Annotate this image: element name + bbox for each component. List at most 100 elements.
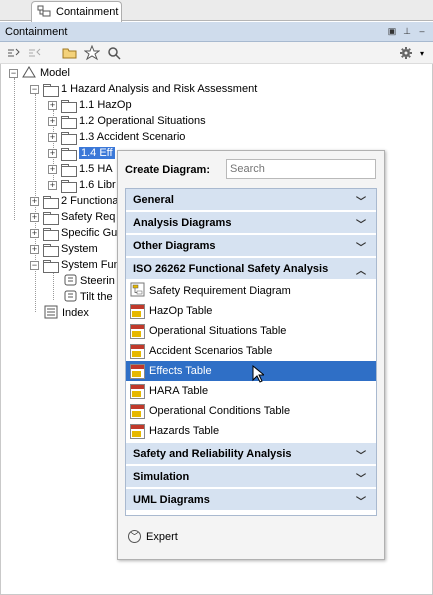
open-folder-icon[interactable]	[62, 45, 78, 61]
category-iso-26262[interactable]: ISO 26262 Functional Safety Analysis ︿	[126, 258, 376, 280]
table-icon	[130, 323, 145, 339]
category-uml[interactable]: UML Diagrams ﹀	[126, 489, 376, 511]
item-label: Operational Conditions Table	[149, 405, 291, 417]
tab-bar: Containment	[0, 0, 433, 22]
double-chevron-down-icon: ﹀	[356, 197, 366, 208]
item-hazards-table[interactable]: Hazards Table	[126, 421, 376, 441]
category-safety-reliability[interactable]: Safety and Reliability Analysis ﹀	[126, 443, 376, 465]
category-simulation[interactable]: Simulation ﹀	[126, 466, 376, 488]
collapse-toggle-icon[interactable]: −	[30, 84, 39, 94]
item-label: Effects Table	[149, 365, 212, 377]
category-label: Safety and Reliability Analysis	[133, 447, 292, 460]
collapse-all-icon[interactable]	[27, 45, 43, 61]
tree-label: Tilt the	[80, 291, 113, 303]
folder-icon	[43, 259, 59, 273]
gear-icon[interactable]	[398, 45, 414, 61]
item-effects-table[interactable]: Effects Table	[126, 361, 376, 383]
chevron-down-icon[interactable]: ▾	[414, 45, 430, 61]
item-hara-table[interactable]: HARA Table	[126, 381, 376, 401]
tree-node-tilt[interactable]: Tilt the	[63, 289, 113, 305]
category-general[interactable]: General ﹀	[126, 189, 376, 211]
toolbar: ▾	[0, 42, 433, 64]
folder-icon	[43, 227, 59, 241]
requirement-diagram-icon	[130, 282, 145, 300]
index-table-icon	[44, 305, 58, 322]
folder-icon	[61, 99, 77, 113]
expand-toggle-icon[interactable]: +	[30, 244, 39, 254]
circle-chevron-down-icon: ﹀	[128, 530, 141, 543]
collapse-toggle-icon[interactable]: −	[9, 68, 18, 78]
item-label: HazOp Table	[149, 305, 213, 317]
pin-icon[interactable]: ⊥	[402, 25, 412, 37]
category-label: Other Diagrams	[133, 239, 216, 252]
tree-node-operational-situations[interactable]: + 1.2 Operational Situations	[48, 113, 206, 129]
tree-label: 1.5 HA	[79, 163, 113, 175]
table-icon	[130, 383, 145, 399]
tree-label: System Fun	[61, 259, 120, 271]
tree-node-index[interactable]: Index	[44, 305, 89, 321]
collapse-toggle-icon[interactable]: −	[30, 260, 39, 270]
expand-all-icon[interactable]	[6, 45, 22, 61]
tab-containment[interactable]: Containment	[31, 1, 122, 22]
item-label: Accident Scenarios Table	[149, 345, 273, 357]
expand-toggle-icon[interactable]: +	[48, 132, 57, 142]
expert-toggle[interactable]: ﹀ Expert	[128, 530, 178, 543]
tree-label: 2 Functional	[61, 195, 121, 207]
tree-label-selected: 1.4 Eff	[79, 147, 115, 159]
item-operational-situations-table[interactable]: Operational Situations Table	[126, 321, 376, 341]
minimize-icon[interactable]: –	[417, 25, 427, 37]
category-other[interactable]: Other Diagrams ﹀	[126, 235, 376, 257]
item-accident-scenarios-table[interactable]: Accident Scenarios Table	[126, 341, 376, 361]
tree-node-hazard-analysis[interactable]: − 1 Hazard Analysis and Risk Assessment	[30, 81, 257, 97]
folder-icon	[61, 115, 77, 129]
panel-title: Containment	[5, 25, 68, 38]
folder-icon	[43, 243, 59, 257]
star-icon[interactable]	[84, 45, 100, 61]
tree-node-hazop[interactable]: + 1.1 HazOp	[48, 97, 132, 113]
expert-label: Expert	[146, 530, 178, 543]
tree-label: 1.1 HazOp	[79, 99, 132, 111]
expand-toggle-icon[interactable]: +	[48, 116, 57, 126]
item-label: HARA Table	[149, 385, 209, 397]
tree-node-hara[interactable]: + 1.5 HA	[48, 161, 113, 177]
tree-node-safety-req[interactable]: + Safety Req	[30, 209, 115, 225]
tree-node-system-fun[interactable]: − System Fun	[30, 257, 120, 273]
item-hazop-table[interactable]: HazOp Table	[126, 301, 376, 321]
tree-node-effects[interactable]: + 1.4 Eff	[48, 145, 115, 161]
tree-label: Index	[62, 307, 89, 319]
folder-icon	[61, 131, 77, 145]
expand-toggle-icon[interactable]: +	[48, 164, 57, 174]
tree-label: Safety Req	[61, 211, 116, 223]
item-label: Operational Situations Table	[149, 325, 287, 337]
restore-icon[interactable]: ▣	[387, 25, 397, 37]
expand-toggle-icon[interactable]: +	[48, 148, 57, 158]
tree-node-library[interactable]: + 1.6 Libr	[48, 177, 116, 193]
folder-icon	[43, 195, 59, 209]
item-label: Safety Requirement Diagram	[149, 285, 291, 297]
expand-toggle-icon[interactable]: +	[30, 212, 39, 222]
search-icon[interactable]	[106, 45, 122, 61]
item-operational-conditions-table[interactable]: Operational Conditions Table	[126, 401, 376, 421]
tree-node-system[interactable]: + System	[30, 241, 98, 257]
tree-node-specific[interactable]: + Specific Gu	[30, 225, 117, 241]
table-icon	[130, 403, 145, 419]
tree-label: 1.6 Libr	[79, 179, 116, 191]
search-input[interactable]	[226, 159, 376, 179]
panel-header: Containment ▣ ⊥ –	[0, 22, 433, 42]
tree-node-model[interactable]: − Model	[9, 65, 70, 81]
panel-window-controls: ▣ ⊥ –	[387, 25, 427, 37]
tree-node-steering[interactable]: Steerin	[63, 273, 115, 289]
category-label: UML Diagrams	[133, 493, 210, 506]
category-analysis[interactable]: Analysis Diagrams ﹀	[126, 212, 376, 234]
double-chevron-down-icon: ﹀	[356, 243, 366, 254]
expand-toggle-icon[interactable]: +	[30, 196, 39, 206]
tree-node-accident-scenario[interactable]: + 1.3 Accident Scenario	[48, 129, 185, 145]
tree-node-functional[interactable]: + 2 Functional	[30, 193, 121, 209]
expand-toggle-icon[interactable]: +	[48, 100, 57, 110]
expand-toggle-icon[interactable]: +	[48, 180, 57, 190]
folder-icon	[61, 179, 77, 193]
tree-label: System	[61, 243, 98, 255]
item-safety-requirement-diagram[interactable]: Safety Requirement Diagram	[126, 281, 376, 301]
expand-toggle-icon[interactable]: +	[30, 228, 39, 238]
create-diagram-label: Create Diagram:	[125, 164, 210, 176]
